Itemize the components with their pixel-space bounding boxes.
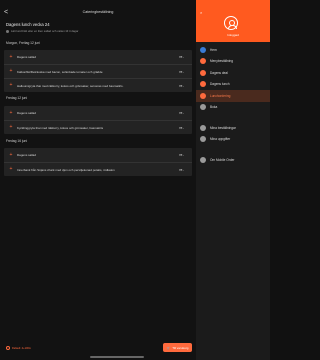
menu-label: Lunchordering bbox=[210, 93, 231, 98]
page-title: Cateringbeställning bbox=[82, 10, 114, 14]
menu-label: Mina uppgifter bbox=[210, 137, 231, 142]
item-name: Kalkonfilé/fileträuska med bacon, soltor… bbox=[17, 69, 103, 74]
menu-item-deal[interactable]: Dagens deal bbox=[196, 67, 270, 79]
item-price: 78:- bbox=[178, 125, 184, 130]
location-icon bbox=[6, 346, 10, 350]
item-price: 78:- bbox=[178, 167, 184, 172]
home-indicator bbox=[90, 356, 144, 358]
menu-item-home[interactable]: Hem bbox=[196, 44, 270, 56]
menu-item-menu-order[interactable]: Menybeställning bbox=[196, 56, 270, 68]
menu-icon bbox=[200, 58, 206, 65]
drawer-header: × Inloggad bbox=[196, 0, 270, 42]
profile-icon bbox=[200, 136, 206, 143]
menu-item-about[interactable]: Om Mobile Order bbox=[196, 154, 270, 166]
add-icon[interactable]: + bbox=[7, 54, 15, 60]
menu-item[interactable]: + Dagens sallad 78:- bbox=[4, 148, 192, 162]
ordering-icon bbox=[200, 92, 206, 99]
menu-item-lunch-ordering[interactable]: Lunchordering bbox=[196, 90, 270, 102]
menu-label: Dagens deal bbox=[210, 70, 228, 75]
default-location-label: Default: 4+100A bbox=[12, 346, 31, 350]
deal-icon bbox=[200, 69, 206, 76]
item-name: Dagens sallad bbox=[17, 111, 37, 115]
item-name: Innerbank från Söjans chark med djon och… bbox=[17, 167, 115, 172]
top-bar: < Cateringbeställning bbox=[0, 8, 196, 18]
menu-label: Dagens lunch bbox=[210, 82, 230, 87]
menu-item[interactable]: + Kalkonfilé/fileträuska med bacon, solt… bbox=[4, 64, 192, 78]
info-text: Lätt lunchrätt eller en liten sallad och… bbox=[11, 29, 79, 33]
item-name: Halloumigryta thai med räkkurry, kokos o… bbox=[17, 83, 124, 88]
item-price: 78:- bbox=[178, 83, 184, 88]
menu-item[interactable]: + Dagens sallad 78:- bbox=[4, 50, 192, 64]
menu-label: Om Mobile Order bbox=[210, 157, 235, 162]
avatar[interactable] bbox=[224, 16, 238, 30]
close-drawer-button[interactable]: × bbox=[200, 10, 202, 15]
item-name: Dagens sallad bbox=[17, 55, 37, 59]
menu-item[interactable]: + Kycklinggryta thai med räkkurry, kokos… bbox=[4, 120, 192, 134]
add-icon[interactable]: + bbox=[7, 110, 15, 116]
add-icon[interactable]: + bbox=[7, 125, 15, 130]
add-icon[interactable]: + bbox=[7, 83, 15, 88]
menu-item-book[interactable]: Boka bbox=[196, 102, 270, 114]
info-icon bbox=[6, 29, 9, 33]
go-to-cart-button[interactable]: 🛒 Till varukorg bbox=[163, 343, 192, 352]
item-price: 78:- bbox=[178, 153, 184, 157]
default-location[interactable]: Default: 4+100A bbox=[6, 346, 31, 350]
cart-icon: 🛒 bbox=[166, 345, 171, 350]
item-price: 78:- bbox=[178, 111, 184, 115]
menu-item-profile[interactable]: Mina uppgifter bbox=[196, 134, 270, 146]
main-content: < Cateringbeställning Dagens lunch vecka… bbox=[0, 0, 196, 360]
day-label: Morgon, Freitag 12 juni bbox=[6, 41, 40, 45]
item-price: 78:- bbox=[178, 55, 184, 59]
menu-label: Mina beställningar bbox=[210, 125, 236, 130]
menu-item-orders[interactable]: Mina beställningar bbox=[196, 122, 270, 134]
add-icon[interactable]: + bbox=[7, 167, 15, 172]
home-icon bbox=[200, 46, 206, 53]
item-name: Dagens sallad bbox=[17, 153, 37, 157]
menu-label: Boka bbox=[210, 105, 218, 110]
cart-button-label: Till varukorg bbox=[172, 345, 189, 350]
menu-item[interactable]: + Halloumigryta thai med räkkurry, kokos… bbox=[4, 78, 192, 92]
menu-item[interactable]: + Dagens sallad 78:- bbox=[4, 106, 192, 120]
add-icon[interactable]: + bbox=[7, 69, 15, 74]
side-drawer: × Inloggad Hem Menybeställning Dagens de… bbox=[196, 0, 270, 360]
day-label: Fredag 16 juni bbox=[6, 139, 28, 143]
info-note: Lätt lunchrätt eller en liten sallad och… bbox=[6, 29, 78, 33]
drawer-menu: Hem Menybeställning Dagens deal Dagens l… bbox=[196, 44, 270, 166]
orders-icon bbox=[200, 124, 206, 131]
menu-item[interactable]: + Innerbank från Söjans chark med djon o… bbox=[4, 162, 192, 176]
menu-item-lunch[interactable]: Dagens lunch bbox=[196, 79, 270, 91]
section-heading: Dagens lunch vecka 24 bbox=[6, 22, 50, 27]
menu-card: + Dagens sallad 78:- + Innerbank från Sö… bbox=[4, 148, 192, 176]
book-icon bbox=[200, 104, 206, 111]
menu-card: + Dagens sallad 78:- + Kycklinggryta tha… bbox=[4, 106, 192, 134]
add-icon[interactable]: + bbox=[7, 152, 15, 158]
username: Inloggad bbox=[227, 33, 239, 37]
menu-card: + Dagens sallad 78:- + Kalkonfilé/filetr… bbox=[4, 50, 192, 92]
item-name: Kycklinggryta thai med räkkurry, kokos o… bbox=[17, 125, 104, 130]
lunch-icon bbox=[200, 81, 206, 88]
day-label: Fredag 12 juni bbox=[6, 96, 28, 100]
item-price: 78:- bbox=[178, 69, 184, 74]
menu-label: Menybeställning bbox=[210, 59, 234, 64]
menu-label: Hem bbox=[210, 47, 217, 52]
info-icon bbox=[200, 156, 206, 163]
